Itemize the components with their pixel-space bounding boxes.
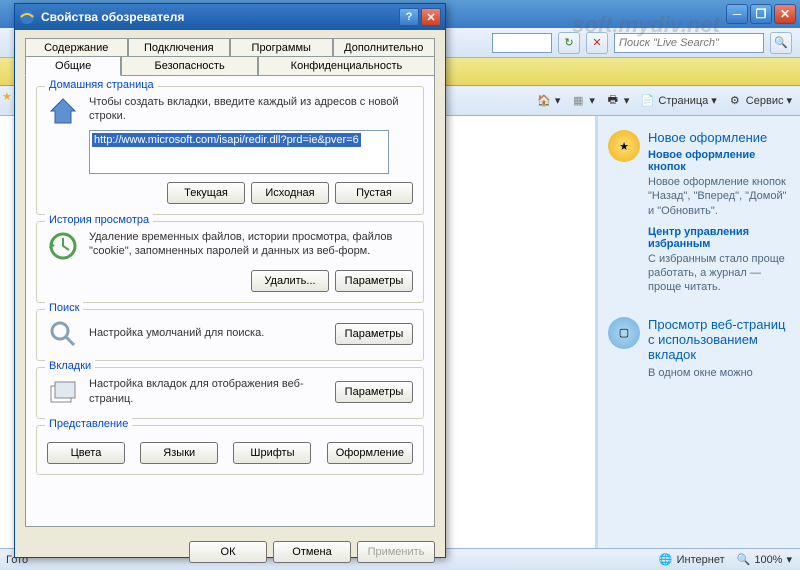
maximize-button[interactable]: ❐ — [750, 4, 772, 24]
cancel-button[interactable]: Отмена — [273, 541, 351, 563]
print-icon: 🖶 — [605, 93, 621, 109]
tab-content[interactable]: Содержание — [25, 38, 128, 57]
search-go-button[interactable]: 🔍 — [770, 32, 792, 54]
tabs-desc: Настройка вкладок для отображения веб-ст… — [89, 377, 325, 406]
sidebar-title: Просмотр веб-страниц с использованием вк… — [648, 317, 790, 362]
tabs-icon: ▢ — [608, 317, 640, 349]
group-legend: Домашняя страница — [45, 79, 158, 91]
zoom-icon: 🔍 — [737, 553, 751, 566]
minimize-button[interactable]: ─ — [726, 4, 748, 24]
languages-button[interactable]: Языки — [140, 442, 218, 464]
tab-connections[interactable]: Подключения — [128, 38, 231, 57]
apply-button[interactable]: Применить — [357, 541, 435, 563]
feeds-button[interactable]: ▦▾ — [570, 93, 595, 109]
group-history: История просмотра Удаление временных фай… — [36, 221, 424, 303]
status-zoom[interactable]: 🔍100% ▾ — [737, 553, 792, 566]
sidebar-head: Центр управления избранным — [648, 226, 790, 250]
help-button[interactable]: ? — [399, 8, 419, 26]
tools-menu[interactable]: ⚙Сервис ▾ — [727, 93, 792, 109]
dialog-footer: ОК Отмена Применить — [15, 535, 445, 569]
rss-icon: ▦ — [570, 93, 586, 109]
home-button[interactable]: 🏠▾ — [536, 93, 561, 109]
print-button[interactable]: 🖶▾ — [605, 93, 630, 109]
close-button[interactable]: ✕ — [774, 4, 796, 24]
homepage-desc: Чтобы создать вкладки, введите каждый из… — [89, 95, 413, 124]
group-appearance: Представление Цвета Языки Шрифты Оформле… — [36, 425, 424, 475]
group-homepage: Домашняя страница Чтобы создать вкладки,… — [36, 86, 424, 215]
group-search: Поиск Настройка умолчаний для поиска. Па… — [36, 309, 424, 361]
sidebar: ★ Новое оформление Новое оформление кноп… — [595, 116, 800, 548]
favorites-star-icon[interactable]: ★ — [2, 90, 20, 108]
tab-general[interactable]: Общие — [25, 56, 121, 76]
tab-row-top: Содержание Подключения Программы Дополни… — [25, 38, 435, 57]
page-icon: 📄 — [639, 93, 655, 109]
gear-icon: ⚙ — [727, 93, 743, 109]
watermark: soft.mydiv.net — [572, 12, 720, 38]
home-icon: 🏠 — [536, 93, 552, 109]
star-icon: ★ — [608, 130, 640, 162]
dialog-titlebar[interactable]: Свойства обозревателя ? ✕ — [15, 4, 445, 30]
sidebar-title: Новое оформление — [648, 130, 790, 145]
dialog-body: Содержание Подключения Программы Дополни… — [15, 30, 445, 535]
tab-security[interactable]: Безопасность — [121, 56, 258, 75]
group-legend: Поиск — [45, 302, 83, 314]
group-legend: Вкладки — [45, 360, 95, 372]
sidebar-text: Новое оформление кнопок "Назад", "Вперед… — [648, 175, 790, 218]
address-bar[interactable] — [492, 33, 552, 53]
history-icon — [47, 230, 79, 262]
sidebar-head: Новое оформление кнопок — [648, 149, 790, 173]
home-icon — [47, 95, 79, 127]
tabs-icon — [47, 376, 79, 408]
use-blank-button[interactable]: Пустая — [335, 182, 413, 204]
tab-panel-general: Домашняя страница Чтобы создать вкладки,… — [25, 75, 435, 527]
page-menu[interactable]: 📄Страница ▾ — [639, 93, 716, 109]
accessibility-button[interactable]: Оформление — [327, 442, 413, 464]
sidebar-item: ▢ Просмотр веб-страниц с использованием … — [608, 317, 790, 388]
tab-programs[interactable]: Программы — [230, 38, 333, 57]
status-zone: 🌐Интернет — [659, 553, 725, 566]
use-default-button[interactable]: Исходная — [251, 182, 329, 204]
globe-icon: 🌐 — [659, 553, 673, 566]
dialog-title: Свойства обозревателя — [41, 10, 397, 24]
search-desc: Настройка умолчаний для поиска. — [89, 326, 325, 340]
search-icon: 🔍 — [774, 36, 788, 49]
internet-options-dialog: Свойства обозревателя ? ✕ Содержание Под… — [14, 3, 446, 558]
history-settings-button[interactable]: Параметры — [335, 270, 413, 292]
homepage-url-input[interactable]: http://www.microsoft.com/isapi/redir.dll… — [89, 130, 389, 174]
tab-row-bottom: Общие Безопасность Конфиденциальность — [25, 56, 435, 75]
group-legend: История просмотра — [45, 214, 153, 226]
ok-button[interactable]: ОК — [189, 541, 267, 563]
fonts-button[interactable]: Шрифты — [233, 442, 311, 464]
dialog-close-button[interactable]: ✕ — [421, 8, 441, 26]
group-legend: Представление — [45, 418, 132, 430]
use-current-button[interactable]: Текущая — [167, 182, 245, 204]
delete-history-button[interactable]: Удалить... — [251, 270, 329, 292]
sidebar-text: В одном окне можно — [648, 366, 790, 380]
history-desc: Удаление временных файлов, истории просм… — [89, 230, 413, 259]
tab-privacy[interactable]: Конфиденциальность — [258, 56, 435, 75]
sidebar-item: ★ Новое оформление Новое оформление кноп… — [608, 130, 790, 303]
group-tabs: Вкладки Настройка вкладок для отображени… — [36, 367, 424, 419]
search-icon — [47, 318, 79, 350]
search-settings-button[interactable]: Параметры — [335, 323, 413, 345]
tab-advanced[interactable]: Дополнительно — [333, 38, 436, 57]
tabs-settings-button[interactable]: Параметры — [335, 381, 413, 403]
colors-button[interactable]: Цвета — [47, 442, 125, 464]
sidebar-text: С избранным стало проще работать, а журн… — [648, 252, 790, 295]
ie-icon — [19, 9, 35, 25]
